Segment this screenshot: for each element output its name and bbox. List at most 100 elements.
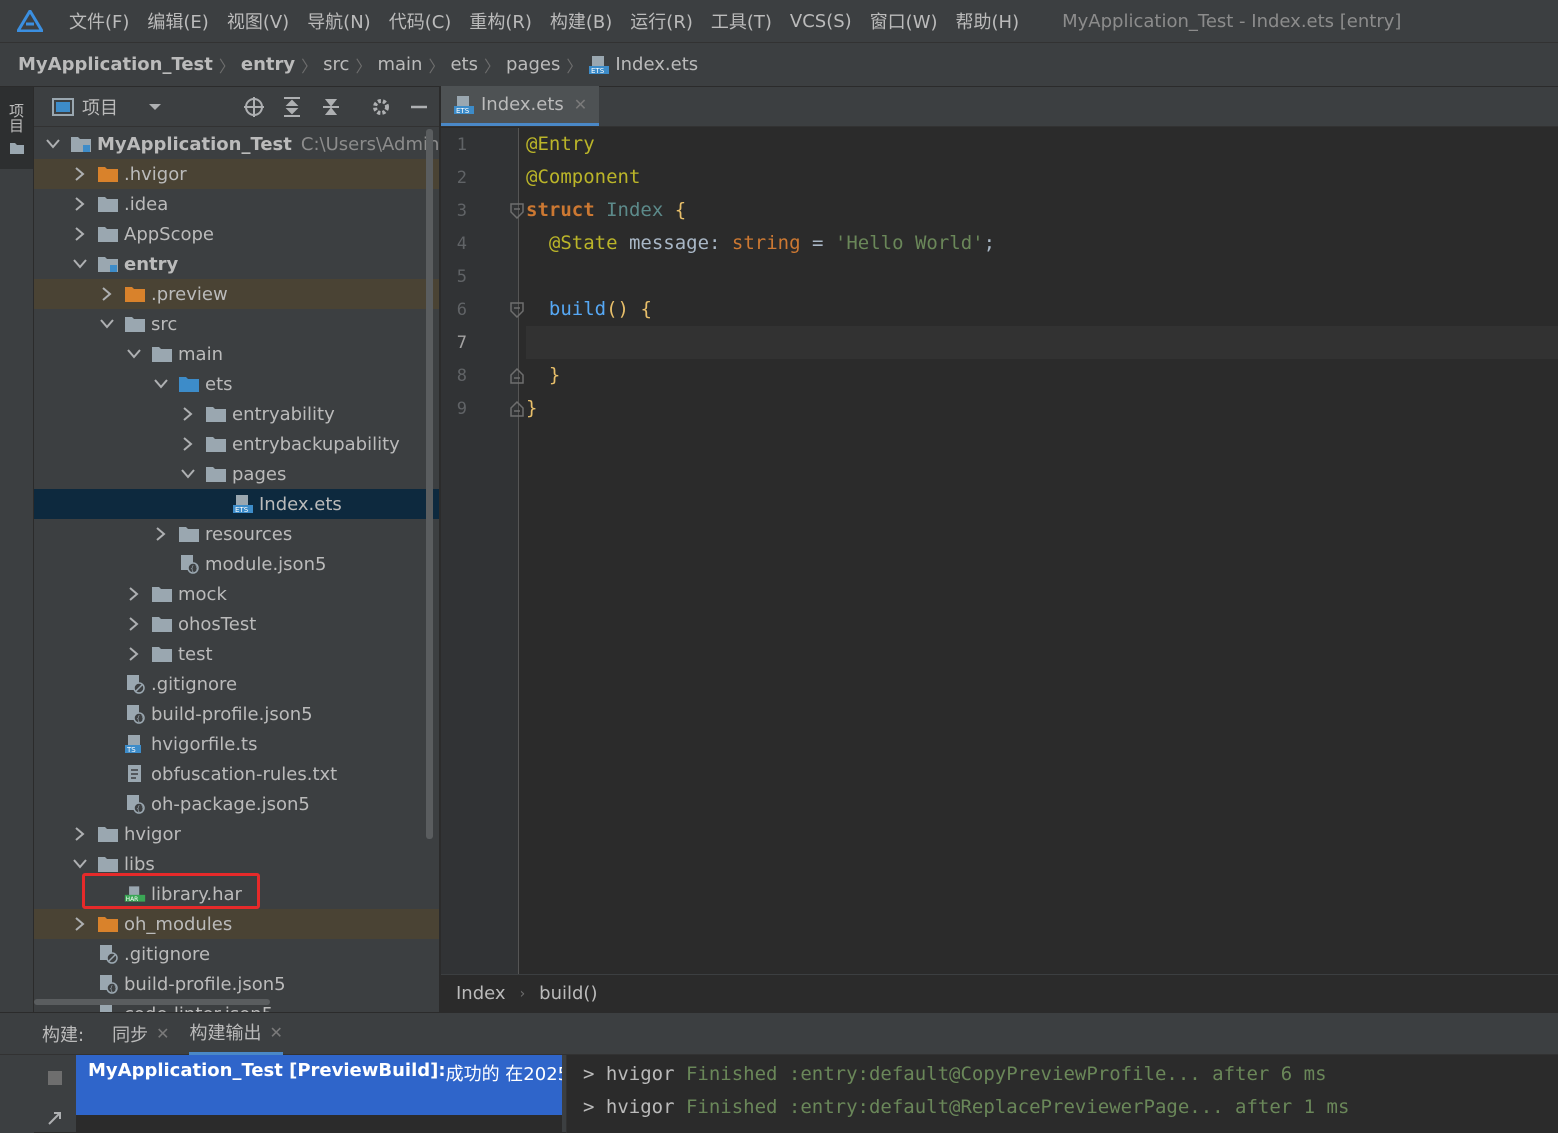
tree-folder-item[interactable]: AppScope <box>34 219 439 249</box>
menu-window[interactable]: 窗口(W) <box>861 8 947 34</box>
chevron-down-icon[interactable] <box>148 102 162 112</box>
tree-file-item[interactable]: .gitignore <box>34 669 439 699</box>
tree-scrollbar[interactable] <box>426 129 433 839</box>
close-icon[interactable]: ✕ <box>156 1024 169 1043</box>
menu-refactor[interactable]: 重构(R) <box>460 8 541 34</box>
tree-horizontal-scrollbar[interactable] <box>34 999 270 1005</box>
tree-folder-item[interactable]: entry <box>34 249 439 279</box>
collapse-all-icon[interactable] <box>319 95 343 119</box>
line-number: 9 <box>456 399 467 419</box>
chevron-down-icon[interactable] <box>179 465 197 483</box>
chevron-right-icon[interactable] <box>71 195 89 213</box>
chevron-right-icon[interactable] <box>125 645 143 663</box>
tree-folder-item[interactable]: ets <box>34 369 439 399</box>
fold-open-icon[interactable] <box>510 302 524 318</box>
tab-sync[interactable]: 同步 ✕ <box>112 1013 169 1055</box>
chevron-right-icon[interactable] <box>125 615 143 633</box>
minimize-icon[interactable] <box>407 95 431 119</box>
folder-icon <box>151 345 173 363</box>
menu-code[interactable]: 代码(C) <box>380 8 461 34</box>
crumb-main[interactable]: main <box>377 54 422 75</box>
tree-file-item[interactable]: .gitignore <box>34 939 439 969</box>
tree-file-item[interactable]: {} module.json5 <box>34 549 439 579</box>
chevron-right-icon[interactable] <box>125 585 143 603</box>
tree-folder-item[interactable]: entryability <box>34 399 439 429</box>
chevron-down-icon[interactable] <box>98 315 116 333</box>
gear-icon[interactable] <box>369 95 393 119</box>
expand-all-icon[interactable] <box>280 95 304 119</box>
menu-tools[interactable]: 工具(T) <box>702 8 781 34</box>
crumb-pages[interactable]: pages <box>506 54 560 75</box>
tree-item-label: obfuscation-rules.txt <box>151 763 338 785</box>
menu-edit[interactable]: 编辑(E) <box>138 8 217 34</box>
tree-file-item[interactable]: obfuscation-rules.txt <box>34 759 439 789</box>
chevron-down-icon[interactable] <box>71 255 89 273</box>
build-output-console[interactable]: > hvigor Finished :entry:default@CopyPre… <box>566 1055 1558 1133</box>
breadcrumb: MyApplication_Test 〉 entry 〉 src 〉 main 〉 et… <box>0 43 1558 87</box>
tree-folder-item[interactable]: ohosTest <box>34 609 439 639</box>
crumb-src[interactable]: src <box>323 54 349 75</box>
crumb-project[interactable]: MyApplication_Test <box>18 54 213 75</box>
crumb-file[interactable]: ETS Index.ets <box>588 54 698 75</box>
tree-folder-item[interactable]: .preview <box>34 279 439 309</box>
tree-item-label: hvigor <box>124 823 181 845</box>
code-area[interactable]: @Entry @Component struct Index { @State … <box>526 128 1558 974</box>
tree-file-item[interactable]: TS hvigorfile.ts <box>34 729 439 759</box>
tree-folder-item[interactable]: .idea <box>34 189 439 219</box>
chevron-right-icon[interactable] <box>179 405 197 423</box>
chevron-right-icon[interactable] <box>152 525 170 543</box>
chevron-down-icon[interactable] <box>152 375 170 393</box>
build-tool-window: 构建: 同步 ✕ 构建输出 ✕ MyApplication_Test [Previe… <box>0 1012 1558 1133</box>
project-view-selector[interactable]: 项目 <box>82 94 118 120</box>
chevron-right-icon[interactable] <box>71 165 89 183</box>
tab-build-output[interactable]: 构建输出 ✕ <box>189 1013 283 1055</box>
editor-crumb-function[interactable]: build() <box>539 983 597 1004</box>
chevron-down-icon[interactable] <box>71 855 89 873</box>
menu-help[interactable]: 帮助(H) <box>947 8 1029 34</box>
chevron-right-icon[interactable] <box>98 285 116 303</box>
tree-folder-item[interactable]: hvigor <box>34 819 439 849</box>
tree-folder-item[interactable]: oh_modules <box>34 909 439 939</box>
tree-file-item[interactable]: {} build-profile.json5 <box>34 969 439 999</box>
menu-file[interactable]: 文件(F) <box>60 8 138 34</box>
editor-tab-index-ets[interactable]: ETS Index.ets ✕ <box>441 86 600 126</box>
stop-icon[interactable] <box>46 1069 64 1087</box>
tree-folder-item[interactable]: src <box>34 309 439 339</box>
fold-open-icon[interactable] <box>510 203 524 219</box>
chevron-down-icon[interactable] <box>125 345 143 363</box>
close-icon[interactable]: ✕ <box>574 95 587 114</box>
menu-build[interactable]: 构建(B) <box>541 8 621 34</box>
fold-end-icon[interactable] <box>510 401 524 417</box>
tree-file-item[interactable]: {} build-profile.json5 <box>34 699 439 729</box>
tool-tab-project[interactable]: 项目 <box>0 87 33 169</box>
chevron-right-icon[interactable] <box>71 225 89 243</box>
tree-folder-item[interactable]: pages <box>34 459 439 489</box>
tree-file-item[interactable]: {} oh-package.json5 <box>34 789 439 819</box>
menu-run[interactable]: 运行(R) <box>621 8 702 34</box>
close-icon[interactable]: ✕ <box>269 1023 282 1042</box>
crumb-module[interactable]: entry <box>241 54 295 75</box>
open-in-editor-icon[interactable] <box>46 1109 64 1127</box>
tree-folder-item[interactable]: test <box>34 639 439 669</box>
chevron-down-icon[interactable] <box>44 135 62 153</box>
menu-vcs[interactable]: VCS(S) <box>781 11 861 32</box>
build-result-status: 成功的 在2025/ <box>445 1064 562 1085</box>
editor-crumb-struct[interactable]: Index <box>456 983 506 1004</box>
menu-view[interactable]: 视图(V) <box>218 8 298 34</box>
chevron-right-icon[interactable] <box>71 825 89 843</box>
tree-folder-item[interactable]: MyApplication_Test C:\Users\Administ <box>34 129 439 159</box>
build-result-row[interactable]: MyApplication_Test [PreviewBuild]: 成功的 在… <box>76 1055 562 1115</box>
tree-folder-item[interactable]: main <box>34 339 439 369</box>
chevron-right-icon[interactable] <box>179 435 197 453</box>
fold-end-icon[interactable] <box>510 368 524 384</box>
menu-navigate[interactable]: 导航(N) <box>298 8 380 34</box>
tree-folder-item[interactable]: entrybackupability <box>34 429 439 459</box>
tree-folder-item[interactable]: .hvigor <box>34 159 439 189</box>
tree-folder-item[interactable]: mock <box>34 579 439 609</box>
crumb-ets[interactable]: ets <box>450 54 478 75</box>
chevron-right-icon[interactable] <box>71 915 89 933</box>
locate-icon[interactable] <box>242 95 266 119</box>
ignore-file-icon <box>97 945 119 964</box>
tree-folder-item[interactable]: resources <box>34 519 439 549</box>
tree-file-item[interactable]: ETS Index.ets <box>34 489 439 519</box>
